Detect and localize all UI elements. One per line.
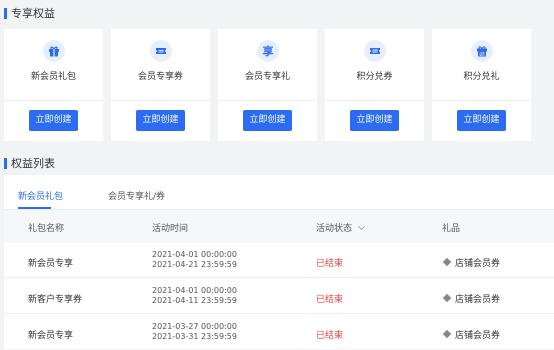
card-member-gift: 享 会员专享礼 立即创建 bbox=[218, 29, 317, 141]
chevron-down-icon bbox=[357, 222, 365, 231]
card-divider bbox=[4, 100, 103, 101]
tab-new-member-gift[interactable]: 新会员礼包 bbox=[18, 189, 63, 202]
card-points-coupon: 积分兑券 立即创建 bbox=[325, 29, 424, 141]
benefit-list-panel: 新会员礼包 会员专享礼/券 礼包名称 活动时间 活动状态 礼品 新会员专享 20… bbox=[4, 175, 554, 349]
row-gift: 店铺会员券 bbox=[442, 328, 501, 341]
status-badge: 已结束 bbox=[316, 295, 344, 305]
list-section-title: 权益列表 bbox=[4, 155, 55, 171]
card-points-gift: 积分兑礼 立即创建 bbox=[432, 29, 531, 141]
table-header: 礼包名称 活动时间 活动状态 礼品 bbox=[4, 210, 554, 243]
ticket-icon bbox=[150, 40, 172, 62]
col-header-status[interactable]: 活动状态 bbox=[316, 221, 365, 234]
col-header-name: 礼包名称 bbox=[28, 224, 65, 234]
list-title: 权益列表 bbox=[11, 157, 55, 170]
title-accent-bar bbox=[4, 7, 7, 19]
svg-text:享: 享 bbox=[263, 44, 274, 58]
benefit-cards: 新会员礼包 立即创建 会员专享券 立即创建 享 会员专享礼 立即创建 积分兑券 … bbox=[4, 29, 554, 141]
row-name: 新会员专享 bbox=[28, 259, 74, 269]
card-label: 会员专享券 bbox=[137, 72, 183, 82]
card-label: 积分兑礼 bbox=[463, 72, 500, 82]
exchange-gift-icon bbox=[471, 40, 493, 62]
row-start-time: 2021-04-01 00:00:00 bbox=[152, 286, 237, 295]
row-gift: 店铺会员券 bbox=[442, 256, 501, 269]
create-member-coupon-button[interactable]: 立即创建 bbox=[136, 110, 185, 131]
row-end-time: 2021-04-21 23:59:59 bbox=[152, 260, 237, 269]
card-label: 会员专享礼 bbox=[244, 72, 290, 82]
diamond-icon bbox=[442, 293, 452, 303]
exchange-ticket-icon bbox=[364, 40, 386, 62]
row-start-time: 2021-03-27 00:00:00 bbox=[152, 322, 237, 331]
create-points-gift-button[interactable]: 立即创建 bbox=[457, 110, 506, 131]
row-gift-label: 店铺会员券 bbox=[455, 331, 501, 341]
row-name: 新会员专享 bbox=[28, 331, 74, 341]
table-row: 新会员专享 2021-04-01 00:00:00 2021-04-21 23:… bbox=[4, 243, 554, 278]
col-header-gift: 礼品 bbox=[442, 224, 461, 234]
tab-member-gift-coupon[interactable]: 会员专享礼/券 bbox=[108, 189, 165, 202]
xiang-char-icon: 享 bbox=[257, 40, 279, 62]
row-gift-label: 店铺会员券 bbox=[455, 259, 501, 269]
create-new-member-gift-button[interactable]: 立即创建 bbox=[29, 110, 78, 131]
table-row: 新客户专享券 2021-04-01 00:00:00 2021-04-11 23… bbox=[4, 279, 554, 314]
card-divider bbox=[325, 100, 424, 101]
create-member-gift-button[interactable]: 立即创建 bbox=[243, 110, 292, 131]
card-label: 新会员礼包 bbox=[30, 72, 76, 82]
card-label: 积分兑券 bbox=[356, 72, 393, 82]
card-new-member-gift: 新会员礼包 立即创建 bbox=[4, 29, 103, 141]
gift-box-icon bbox=[43, 40, 65, 62]
row-divider bbox=[4, 313, 554, 314]
row-gift-label: 店铺会员券 bbox=[455, 295, 501, 305]
row-gift: 店铺会员券 bbox=[442, 292, 501, 305]
row-divider bbox=[4, 277, 554, 278]
card-divider bbox=[218, 100, 317, 101]
col-header-status-label: 活动状态 bbox=[316, 224, 353, 234]
row-name: 新客户专享券 bbox=[28, 295, 83, 305]
card-divider bbox=[432, 100, 531, 101]
row-end-time: 2021-03-31 23:59:59 bbox=[152, 332, 237, 341]
status-badge: 已结束 bbox=[316, 331, 344, 341]
benefits-section-title: 专享权益 bbox=[4, 5, 55, 21]
diamond-icon bbox=[442, 329, 452, 339]
col-header-time: 活动时间 bbox=[152, 224, 189, 234]
card-divider bbox=[111, 100, 210, 101]
diamond-icon bbox=[442, 257, 452, 267]
table-row: 新会员专享 2021-03-27 00:00:00 2021-03-31 23:… bbox=[4, 315, 554, 350]
benefits-title: 专享权益 bbox=[11, 7, 55, 20]
card-member-coupon: 会员专享券 立即创建 bbox=[111, 29, 210, 141]
title-accent-bar bbox=[4, 157, 7, 169]
create-points-coupon-button[interactable]: 立即创建 bbox=[350, 110, 399, 131]
row-start-time: 2021-04-01 00:00:00 bbox=[152, 250, 237, 259]
row-end-time: 2021-04-11 23:59:59 bbox=[152, 296, 237, 305]
status-badge: 已结束 bbox=[316, 259, 344, 269]
